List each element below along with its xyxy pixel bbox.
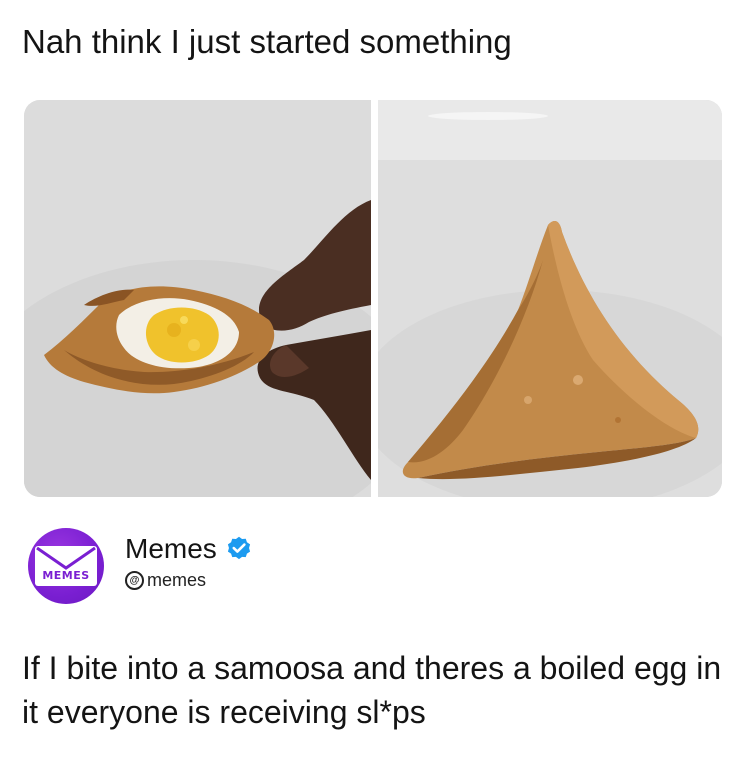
- author-name-row: Memes: [125, 532, 253, 566]
- post-author[interactable]: MEMES Memes @ memes: [24, 526, 724, 616]
- samoosa-whole-photo[interactable]: [378, 100, 722, 497]
- author-name[interactable]: Memes: [125, 532, 217, 566]
- avatar-text: MEMES: [42, 569, 90, 582]
- post-body: If I bite into a samoosa and theres a bo…: [22, 650, 722, 730]
- threads-at-icon: @: [125, 571, 144, 590]
- envelope-logo: MEMES: [35, 546, 97, 586]
- post-title: Nah think I just started something: [22, 23, 512, 60]
- verified-badge-icon: [225, 535, 253, 563]
- author-handle: memes: [147, 570, 207, 590]
- samoosa-egg-photo[interactable]: [24, 100, 371, 497]
- photo-collage[interactable]: [24, 100, 722, 497]
- avatar[interactable]: MEMES: [28, 528, 104, 604]
- samoosa-egg-illustration: [24, 100, 371, 497]
- author-handle-row[interactable]: @ memes: [125, 570, 206, 591]
- samoosa-whole-illustration: [378, 100, 722, 497]
